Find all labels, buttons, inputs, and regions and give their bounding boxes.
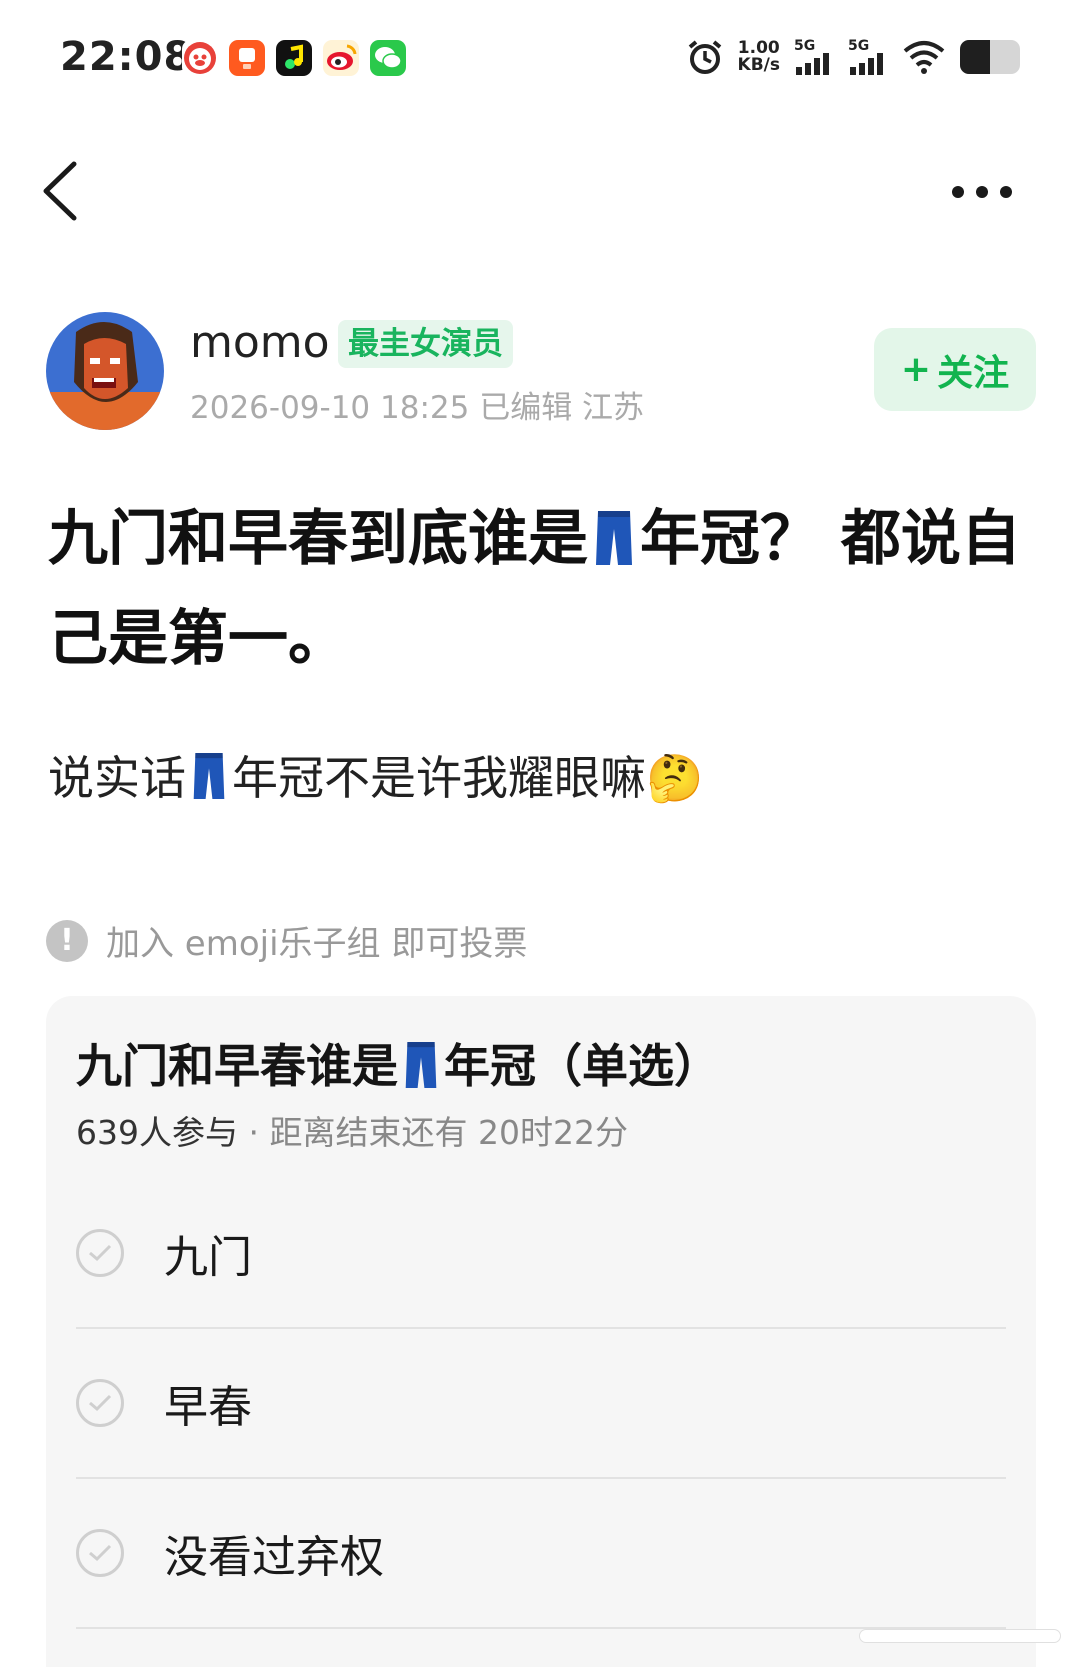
- more-dot-icon: [976, 186, 988, 198]
- sim1-signal: 5G: [794, 39, 834, 75]
- poll-title: 九门和早春谁是 年冠（单选）: [76, 1030, 720, 1101]
- signal-bars-icon: [796, 53, 829, 75]
- net-speed: 1.00 KB/s: [737, 38, 780, 75]
- poll-separator: ·: [248, 1113, 260, 1152]
- more-options-button[interactable]: [952, 172, 1018, 212]
- poll-stats: 639人参与 · 距离结束还有 20时22分: [76, 1106, 628, 1154]
- vote-notice-text: 加入 emoji乐子组 即可投票: [106, 924, 528, 964]
- poll-time-left: 距离结束还有 20时22分: [269, 1113, 628, 1152]
- sim2-signal: 5G: [848, 39, 888, 75]
- notification-icons: [182, 40, 406, 76]
- poll-option-label: 早春: [164, 1382, 252, 1433]
- poll-option-label: 没看过弃权: [164, 1532, 384, 1583]
- weibo-icon: [323, 40, 359, 76]
- more-dot-icon: [1000, 186, 1012, 198]
- follow-button[interactable]: + 关注: [874, 328, 1036, 411]
- author-name[interactable]: momo: [190, 317, 330, 368]
- more-dot-icon: [952, 186, 964, 198]
- avatar[interactable]: [46, 312, 164, 430]
- poll-participants: 639人参与: [76, 1113, 238, 1152]
- home-indicator[interactable]: [860, 1630, 1060, 1642]
- check-circle-icon: [76, 1379, 124, 1427]
- chevron-left-icon: [43, 161, 77, 221]
- post-title: 九门和早春到底谁是 年冠？ 都说自己是第一。: [48, 493, 1038, 685]
- post-title-part1: 九门和早春到底谁是: [48, 504, 588, 574]
- alarm-icon: [688, 40, 721, 74]
- exclamation-icon: !: [46, 919, 88, 962]
- check-circle-icon: [76, 1229, 124, 1277]
- vote-notice[interactable]: ! 加入 emoji乐子组 即可投票: [46, 916, 527, 965]
- post-meta: 2026-09-10 18:25 已编辑 江苏: [190, 390, 645, 426]
- post-body-part1: 说实话: [48, 751, 186, 805]
- ai-app-icon: [229, 40, 265, 76]
- author-badge: 最圭女演员: [338, 320, 513, 368]
- wifi-icon: [903, 41, 945, 74]
- follow-label: 关注: [937, 352, 1010, 394]
- wechat-icon: [370, 40, 406, 76]
- poll-option[interactable]: 九门: [76, 1179, 1006, 1329]
- jeans-icon: [594, 501, 634, 593]
- status-time: 22:08: [60, 34, 193, 80]
- thinking-face-icon: 🤔: [646, 751, 704, 805]
- back-button[interactable]: [38, 160, 82, 222]
- post-body-part2: 年冠不是许我耀眼嘛: [232, 751, 646, 805]
- poll-option[interactable]: 早春: [76, 1329, 1006, 1479]
- poll-option-label: 九门: [164, 1232, 252, 1283]
- battery-level: [960, 40, 990, 74]
- poll-option[interactable]: 没看过弃权: [76, 1479, 1006, 1629]
- jeans-icon: [192, 750, 226, 819]
- post-body: 说实话 年冠不是许我耀眼嘛🤔: [48, 745, 1038, 819]
- poll-card: 九门和早春谁是 年冠（单选） 639人参与 · 距离结束还有 20时22分 九门 …: [46, 996, 1036, 1667]
- signal-bars-icon: [850, 53, 883, 75]
- status-indicators: 1.00 KB/s 5G 5G: [686, 38, 1020, 76]
- battery-icon: [960, 40, 1020, 74]
- music-app-icon: [276, 40, 312, 76]
- check-circle-icon: [76, 1529, 124, 1577]
- pig-app-icon: [182, 40, 218, 76]
- jeans-icon: [404, 1040, 438, 1101]
- status-bar: 22:08 1.00 KB/s 5G 5G: [0, 0, 1080, 115]
- plus-icon: +: [900, 349, 932, 390]
